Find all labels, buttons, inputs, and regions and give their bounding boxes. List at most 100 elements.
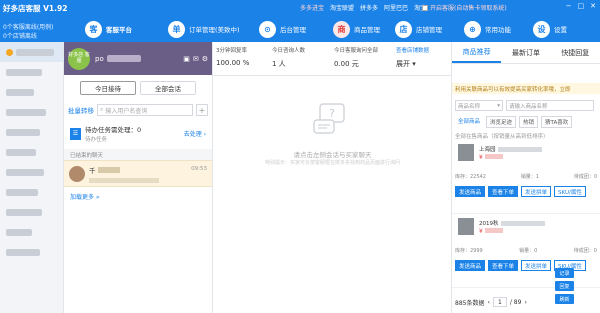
stat-label: 3分钟回复率 [216, 48, 247, 54]
chip-all-products[interactable]: 全部商品 [455, 116, 483, 128]
price-blurred [484, 154, 503, 159]
nav-backend[interactable]: ⊙ 后台管理 [259, 20, 306, 38]
account-item[interactable] [0, 182, 63, 202]
account-item[interactable] [0, 162, 63, 182]
product-actions: 发送商品 查看下单 发送拼单 SKU/属性 [455, 186, 586, 197]
record-button[interactable]: 记录 [555, 268, 574, 278]
top-links: 多多进宝 淘宝联盟 拼多多 阿里巴巴 淘宝 [300, 3, 426, 12]
product-price: ¥ [479, 228, 503, 235]
chip-hot-sale[interactable]: 热销 [519, 116, 539, 128]
tab-product-recommend[interactable]: 商品推荐 [452, 42, 502, 63]
conversation-message [89, 177, 191, 183]
account-item[interactable] [0, 62, 63, 82]
account-item[interactable] [0, 142, 63, 162]
product-filter: 商品名称 ▾ 请输入商品名称 [452, 94, 600, 111]
tab-quick-reply[interactable]: 快捷回复 [551, 42, 600, 63]
account-item[interactable] [0, 122, 63, 142]
tab-all-sessions[interactable]: 全部会话 [140, 81, 196, 95]
nav-settings[interactable]: 设 设置 [533, 20, 567, 38]
load-more-link[interactable]: 加载更多 » [64, 187, 212, 206]
account-item[interactable] [0, 102, 63, 122]
conversation-name: 千 [89, 165, 191, 175]
add-button[interactable]: + [196, 104, 208, 116]
message-icon[interactable]: ✉ [193, 55, 199, 63]
section-label: 全部在售商品（按销量从高到低排序） [455, 134, 549, 140]
link-taobao-union[interactable]: 淘宝联盟 [330, 3, 354, 12]
account-name-blurred [6, 228, 32, 236]
account-item[interactable] [0, 42, 63, 62]
account-name-blurred [6, 88, 34, 96]
product-meta: 库存：22542 销量：1 待成团：0 [455, 173, 597, 180]
sku-attributes-button[interactable]: SKU/属性 [554, 186, 586, 197]
page-input[interactable]: 1 [492, 297, 507, 307]
link-pinduoduo[interactable]: 拼多多 [360, 3, 378, 12]
shop-icon[interactable]: ▣ [183, 55, 190, 63]
search-input[interactable]: ⌕ 输入用户名查询 [97, 104, 193, 116]
batch-transfer-link[interactable]: 批量转移 [68, 105, 94, 115]
next-page-icon[interactable]: › [524, 299, 526, 306]
view-shop-data-link[interactable]: 查看店铺数据 [396, 46, 446, 54]
checkbox-icon [422, 4, 428, 11]
chip-guess-like[interactable]: 猜TA喜欢 [541, 116, 573, 128]
link-alibaba[interactable]: 阿里巴巴 [384, 3, 408, 12]
prev-page-icon[interactable]: ‹ [487, 299, 489, 306]
link-duoduo-jinbao[interactable]: 多多进宝 [300, 3, 324, 12]
chip-browse-history[interactable]: 浏览足迹 [486, 116, 517, 128]
nav-label: 商品管理 [354, 26, 380, 34]
product-title[interactable]: 上海园 [479, 145, 542, 153]
list-item[interactable]: 千 09:53 [64, 160, 212, 187]
chat-list-panel: 好多店 客服 po ▣ ✉ ⚙ 今日接待 全部会话 批量转移 ⌕ 输入用户名查询… [64, 42, 213, 313]
price-currency: ¥ [479, 228, 483, 235]
auto-service-toggle[interactable]: 开启客服(自动售卡领取系统) [422, 3, 507, 12]
nav-common-functions[interactable]: ⊕ 常用功能 [464, 20, 511, 38]
nav-shops[interactable]: 店 店铺管理 [395, 20, 442, 38]
nav-label: 设置 [554, 26, 567, 34]
view-order-button[interactable]: 查看下单 [488, 186, 519, 197]
gear-icon[interactable]: ⚙ [202, 55, 208, 63]
nav-customer-service[interactable]: 客 客服平台 [85, 20, 132, 38]
send-group-order-button[interactable]: 发送拼单 [521, 260, 552, 271]
refresh-button[interactable]: 刷新 [555, 294, 574, 304]
nav-products[interactable]: 商 商品管理 [333, 20, 380, 38]
search-icon: ⌕ [100, 106, 104, 113]
account-item[interactable] [0, 222, 63, 242]
tab-latest-orders[interactable]: 最新订单 [501, 42, 550, 63]
tab-today[interactable]: 今日接待 [80, 81, 136, 95]
account-item[interactable] [0, 202, 63, 222]
close-icon[interactable]: ✕ [590, 2, 596, 10]
nav-label: 店铺管理 [416, 26, 442, 34]
product-title-blurred [500, 220, 545, 226]
account-name-blurred [6, 108, 46, 116]
product-title[interactable]: 2019秋 [479, 219, 545, 227]
account-item[interactable] [0, 242, 63, 262]
user-bar: 好多店 客服 po ▣ ✉ ⚙ [64, 42, 212, 75]
product-title-prefix: 上海园 [479, 147, 496, 153]
expand-toggle[interactable]: 展开 ▾ [396, 59, 446, 69]
minimize-icon[interactable]: − [566, 2, 572, 10]
product-sales: 销量：1 [520, 174, 539, 180]
send-product-button[interactable]: 发送商品 [455, 186, 486, 197]
task-icon: ☰ [70, 127, 81, 140]
view-order-button[interactable]: 查看下单 [488, 260, 519, 271]
account-name-blurred [6, 208, 42, 216]
account-list [0, 42, 64, 313]
maximize-icon[interactable]: □ [578, 2, 585, 10]
go-process-link[interactable]: 去处理 › [184, 129, 206, 138]
send-group-order-button[interactable]: 发送拼单 [521, 186, 552, 197]
product-pending: 待成团：0 [573, 248, 597, 254]
send-product-button[interactable]: 发送商品 [455, 260, 486, 271]
nav-orders[interactable]: 单 订单管理(美致中) [168, 20, 240, 38]
product-price: ¥ [479, 154, 503, 161]
chat-area: 3分钟回复率 100.00 % 今日咨询人数 1 人 今日客服询问全部 0.00… [213, 42, 452, 313]
account-item[interactable] [0, 82, 63, 102]
avatar [69, 165, 85, 182]
stat-shop-data: 查看店铺数据 展开 ▾ [393, 42, 449, 75]
floating-actions: 记录 回复 刷新 [555, 268, 574, 304]
stat-consult-count: 今日咨询人数 1 人 [269, 42, 331, 75]
avatar[interactable]: 好多店 客服 [68, 47, 90, 70]
reply-button[interactable]: 回复 [555, 281, 574, 291]
category-select[interactable]: 商品名称 ▾ [455, 100, 503, 111]
product-search-input[interactable]: 请输入商品名称 [506, 100, 594, 111]
account-name-blurred [6, 188, 38, 196]
user-name: po [95, 55, 141, 63]
